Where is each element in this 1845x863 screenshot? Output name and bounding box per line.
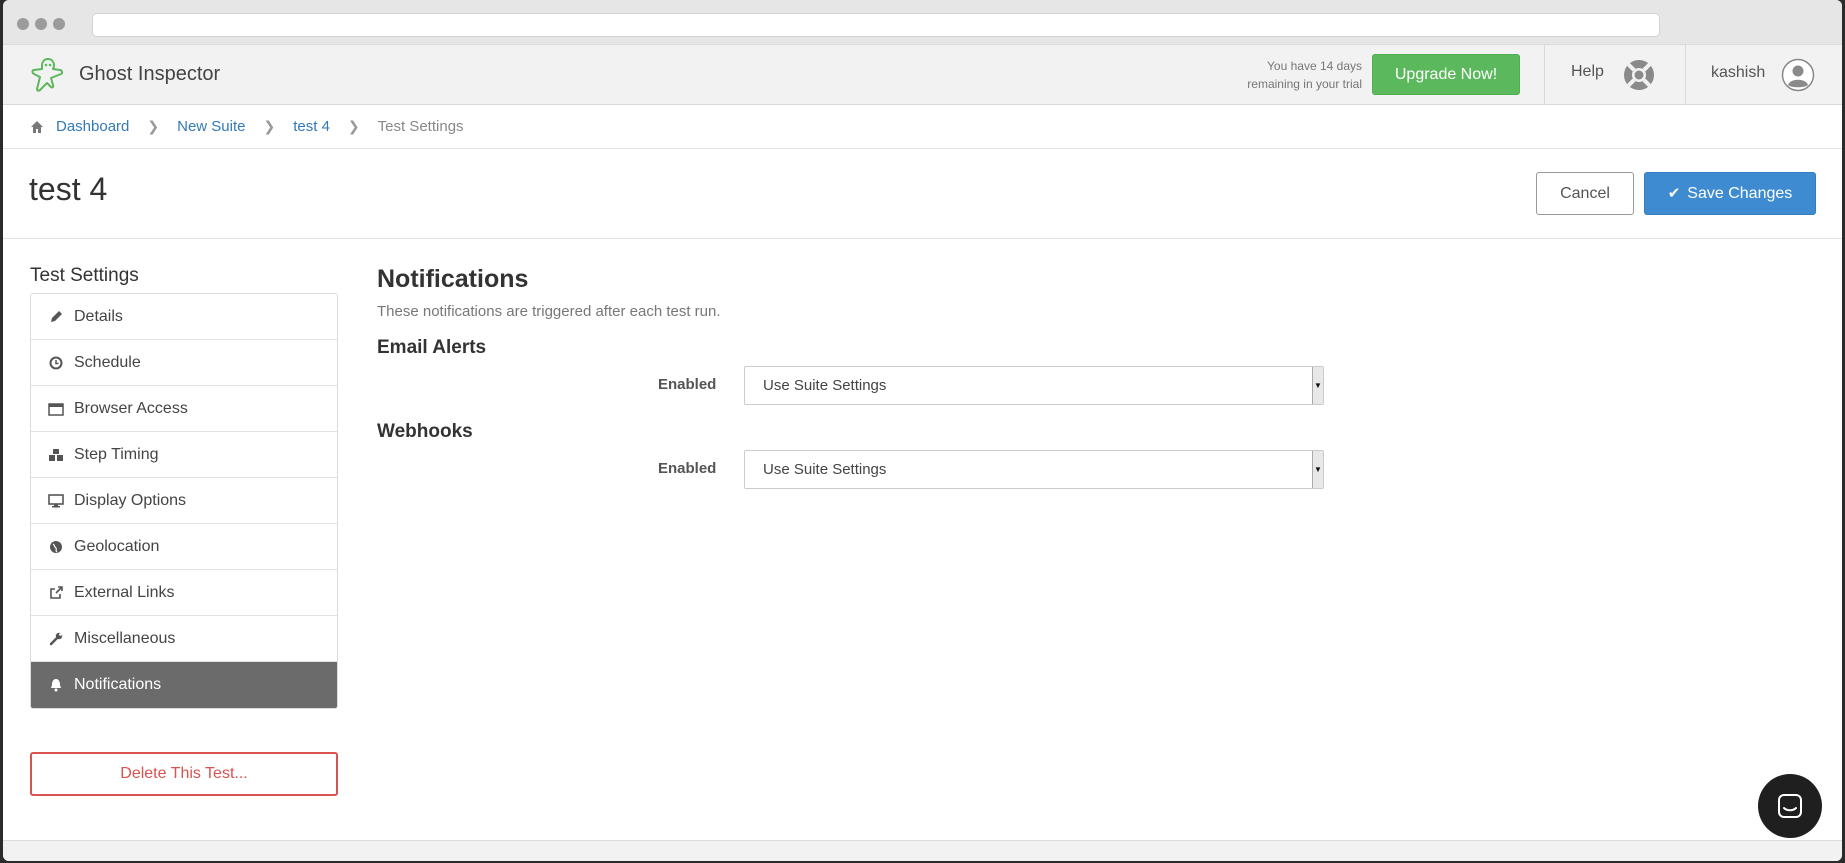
sidebar-title: Test Settings [30,265,139,286]
help-label[interactable]: Help [1571,63,1604,81]
section-description: These notifications are triggered after … [377,303,721,320]
sidebar-item-miscellaneous[interactable]: Miscellaneous [31,616,337,662]
brand-name[interactable]: Ghost Inspector [79,63,220,86]
ghost-logo-icon[interactable] [29,56,67,94]
home-icon[interactable] [30,120,44,134]
sidebar-item-step-timing[interactable]: Step Timing [31,432,337,478]
email-alerts-select[interactable]: Use Suite Settings ▼ [744,366,1324,405]
dropdown-arrow-icon: ▼ [1312,367,1323,404]
settings-nav: Details Schedule Browser Access Step Tim… [30,293,338,709]
webhooks-select-value: Use Suite Settings [763,461,887,478]
section-heading: Notifications [377,265,529,293]
bell-icon [48,677,64,693]
trial-line-1: You have 14 days [1267,59,1362,73]
sidebar-item-label: Schedule [74,353,141,371]
webhooks-enabled-label: Enabled [658,460,717,477]
pencil-icon [48,309,64,325]
clock-icon [48,355,64,371]
sidebar-item-label: Step Timing [74,445,159,463]
window-maximize-dot[interactable] [53,18,65,30]
trial-notice: You have 14 days remaining in your trial [1247,57,1362,93]
chevron-right-icon: ❯ [263,118,276,134]
page-title: test 4 [29,171,108,207]
webhooks-select[interactable]: Use Suite Settings ▼ [744,450,1324,489]
sidebar-item-external-links[interactable]: External Links [31,570,337,616]
browser-window-icon [48,401,64,417]
window-close-dot[interactable] [17,18,29,30]
sidebar-item-geolocation[interactable]: Geolocation [31,524,337,570]
email-enabled-label: Enabled [658,376,717,393]
address-bar[interactable] [92,13,1660,37]
sidebar-item-notifications[interactable]: Notifications [31,662,337,708]
email-alerts-heading: Email Alerts [377,337,487,358]
lifebuoy-icon[interactable] [1622,58,1656,92]
sidebar-item-display-options[interactable]: Display Options [31,478,337,524]
save-changes-label: Save Changes [1687,185,1793,202]
monitor-icon [48,493,64,509]
sidebar-item-label: External Links [74,583,175,601]
footer [3,841,1842,861]
sidebar-item-label: Miscellaneous [74,629,176,647]
header-divider [1544,45,1545,105]
checkmark-icon: ✔ [1667,185,1681,202]
cubes-icon [48,447,64,463]
avatar[interactable] [1781,58,1815,92]
save-changes-button[interactable]: ✔ Save Changes [1644,172,1816,215]
chevron-right-icon: ❯ [347,118,360,134]
sidebar-item-label: Display Options [74,491,187,509]
sidebar-item-browser-access[interactable]: Browser Access [31,386,337,432]
dropdown-arrow-icon: ▼ [1312,451,1323,488]
app-header: Ghost Inspector You have 14 days remaini… [3,45,1842,105]
browser-chrome [3,0,1842,45]
user-name[interactable]: kashish [1711,64,1765,82]
breadcrumb-test[interactable]: test 4 [293,118,330,135]
window-minimize-dot[interactable] [35,18,47,30]
delete-test-button[interactable]: Delete This Test... [30,752,338,796]
sidebar-item-label: Geolocation [74,537,160,555]
sidebar-item-label: Details [74,307,123,325]
breadcrumb-dashboard[interactable]: Dashboard [56,118,129,135]
sidebar-item-schedule[interactable]: Schedule [31,340,337,386]
trial-line-2: remaining in your trial [1247,77,1362,91]
upgrade-button[interactable]: Upgrade Now! [1372,54,1520,95]
chevron-right-icon: ❯ [147,118,160,134]
external-link-icon [48,585,64,601]
wrench-icon [48,631,64,647]
webhooks-heading: Webhooks [377,421,473,442]
globe-icon [48,539,64,555]
email-alerts-select-value: Use Suite Settings [763,377,887,394]
breadcrumb-suite[interactable]: New Suite [177,118,245,135]
breadcrumb: Dashboard ❯ New Suite ❯ test 4 ❯ Test Se… [3,105,1842,149]
page-header: test 4 Cancel ✔ Save Changes [3,149,1842,239]
chat-launcher-button[interactable] [1758,774,1822,838]
sidebar-item-label: Browser Access [74,399,188,417]
breadcrumb-current: Test Settings [377,118,464,135]
sidebar-item-details[interactable]: Details [31,294,337,340]
cancel-button[interactable]: Cancel [1536,172,1634,215]
header-divider [1685,45,1686,105]
browser-window: Ghost Inspector You have 14 days remaini… [3,0,1842,861]
chat-icon [1778,794,1802,818]
sidebar-item-label: Notifications [74,676,162,693]
